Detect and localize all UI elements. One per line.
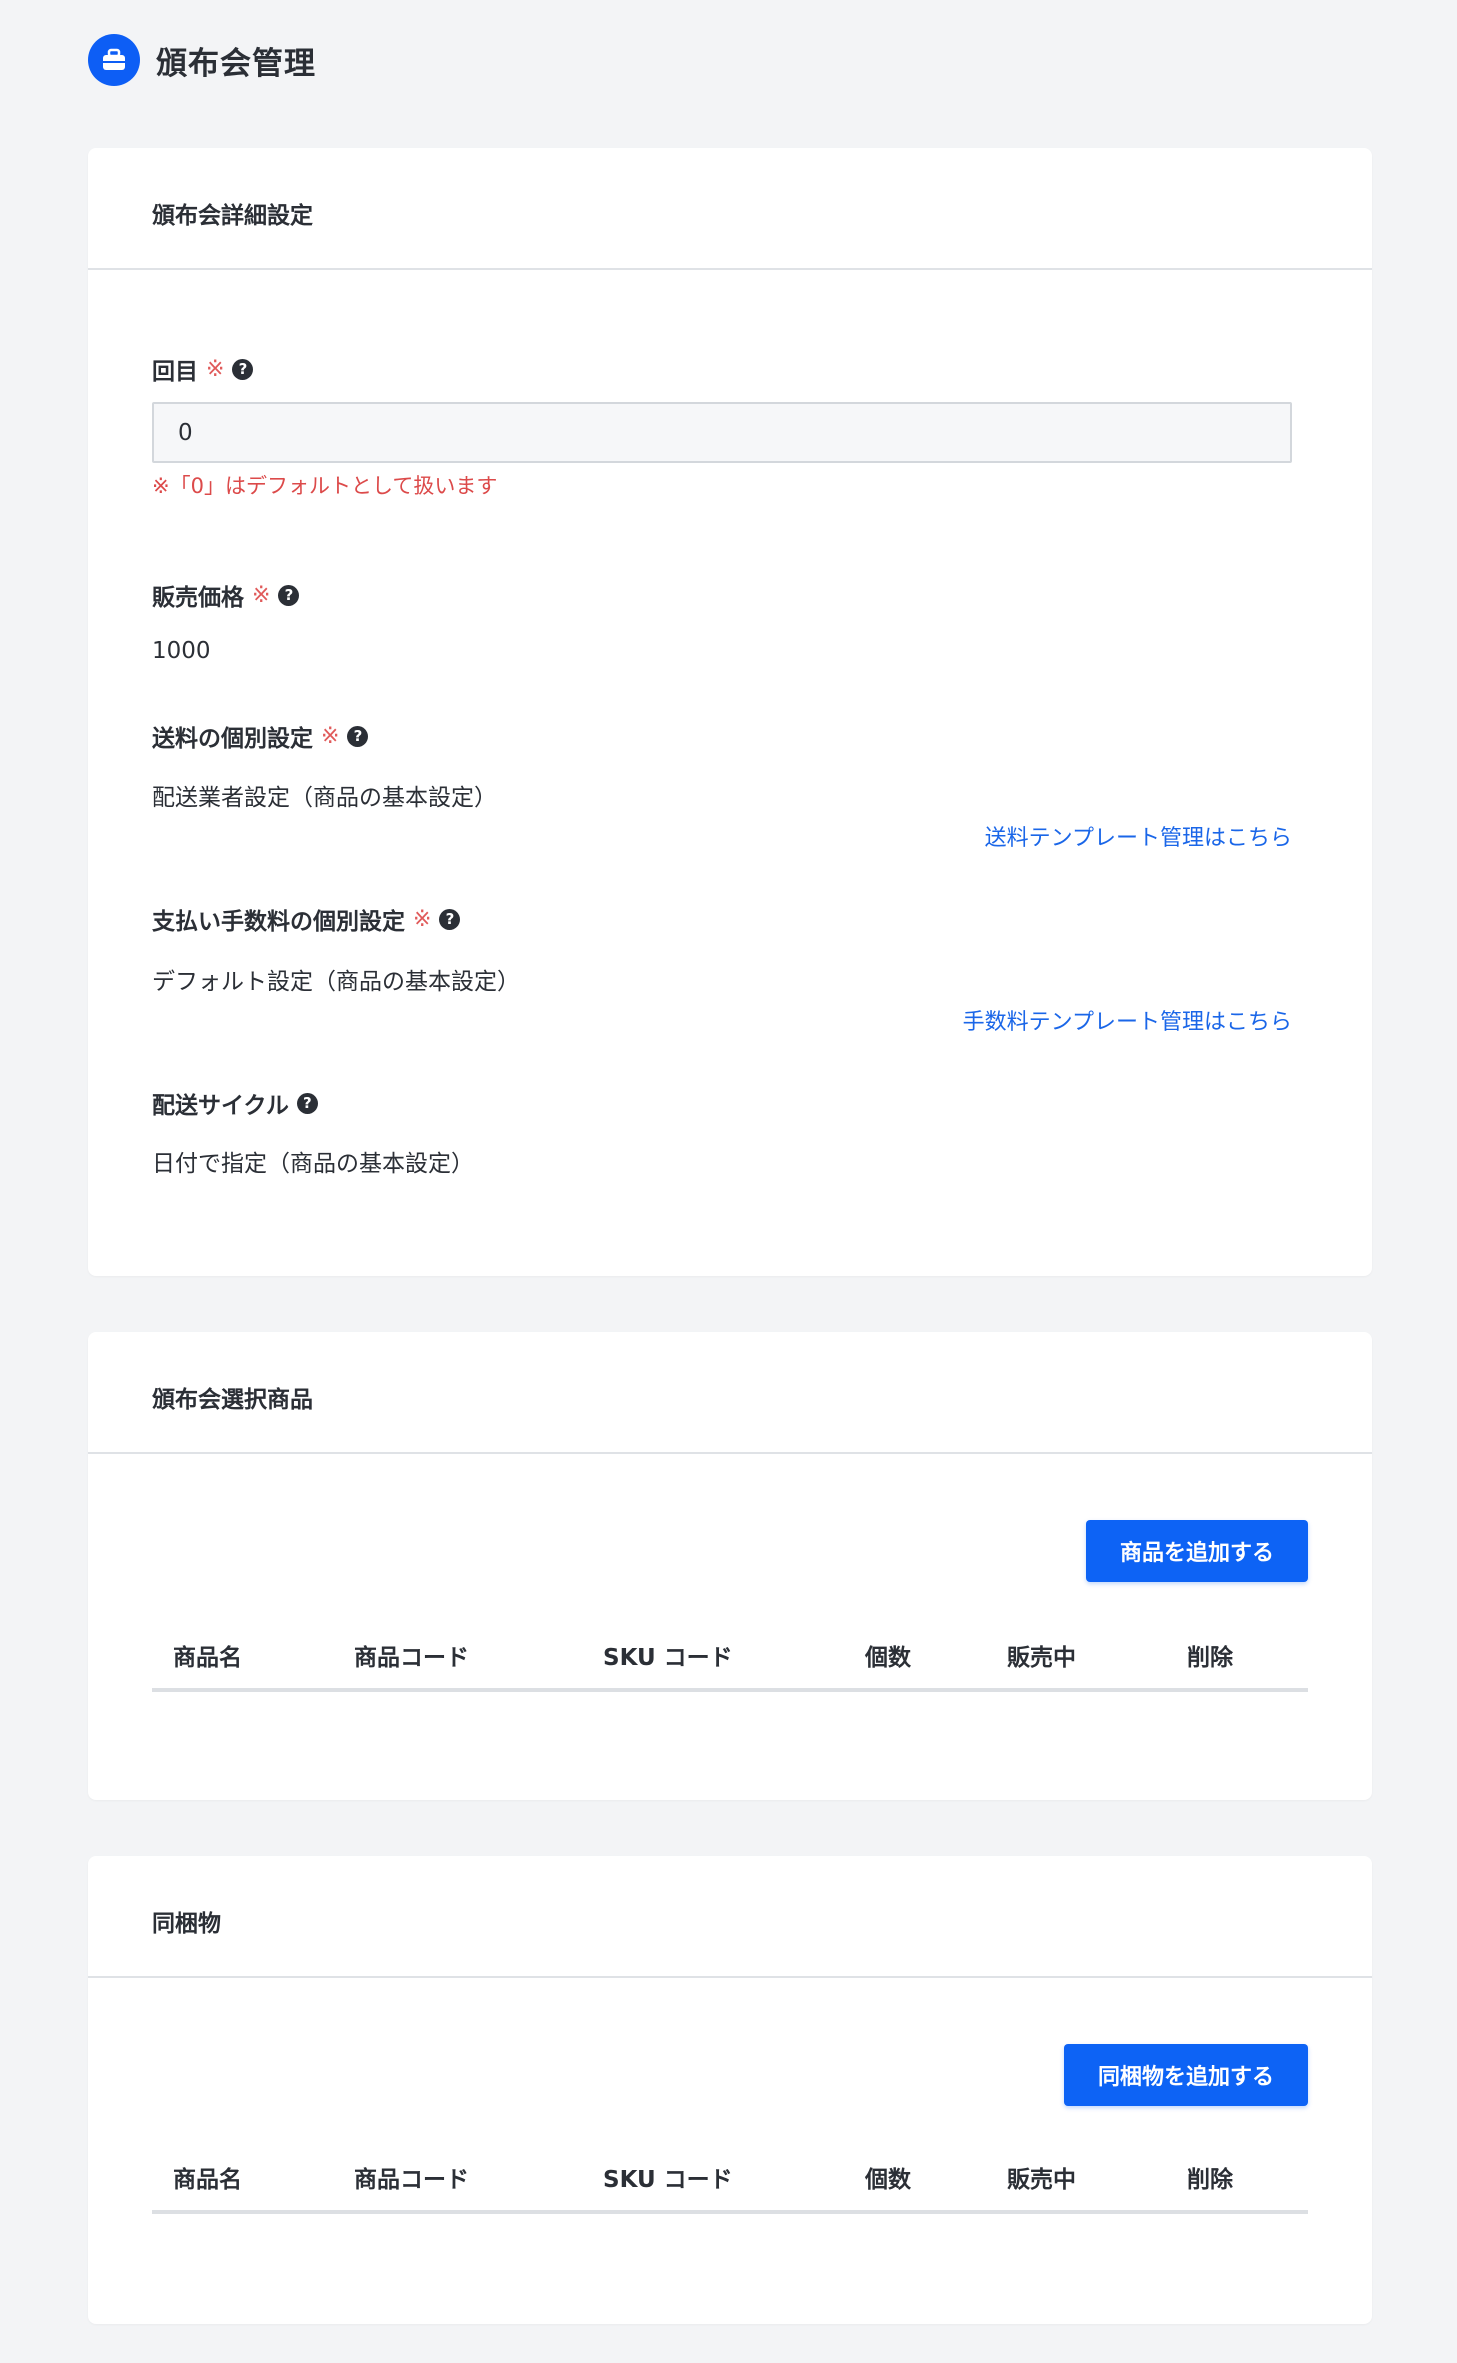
briefcase-icon (88, 34, 140, 86)
shipping-template-link[interactable]: 送料テンプレート管理はこちら (985, 820, 1292, 852)
help-icon[interactable]: ? (296, 1092, 318, 1114)
column-header-sku-code[interactable]: SKU コード (603, 1638, 733, 1672)
column-header-name[interactable]: 商品名 (173, 1638, 242, 1672)
price-label: 販売価格 ※ ? (152, 580, 300, 611)
round-label: 回目 ※ ? (152, 354, 254, 385)
shipping-label-text: 送料の個別設定 (152, 726, 313, 752)
help-icon[interactable]: ? (439, 908, 461, 930)
cycle-value: 日付で指定（商品の基本設定） (152, 1151, 474, 1177)
round-label-text: 回目 (152, 359, 198, 385)
required-mark: ※ (252, 582, 271, 608)
required-mark: ※ (413, 906, 432, 932)
add-bundle-button[interactable]: 同梱物を追加する (1063, 2044, 1308, 2106)
fee-label: 支払い手数料の個別設定 ※ ? (152, 904, 461, 935)
help-icon[interactable]: ? (232, 358, 254, 380)
price-value: 1000 (152, 638, 211, 664)
required-mark: ※ (321, 723, 340, 749)
help-icon[interactable]: ? (347, 725, 369, 747)
column-header-delete[interactable]: 削除 (1187, 1638, 1233, 1672)
cycle-label-text: 配送サイクル (152, 1093, 289, 1119)
bundles-card-header: 同梱物 (88, 1856, 1372, 1978)
column-header-product-code[interactable]: 商品コード (354, 1638, 469, 1672)
page-header: 頒布会管理 (88, 34, 316, 86)
details-card-header: 頒布会詳細設定 (88, 148, 1372, 270)
products-table-header: 商品名 商品コード SKU コード 個数 販売中 削除 (152, 1618, 1308, 1692)
round-input[interactable] (152, 402, 1292, 463)
details-card-title: 頒布会詳細設定 (152, 203, 313, 229)
required-mark: ※ (206, 356, 225, 382)
products-card-title: 頒布会選択商品 (152, 1387, 313, 1413)
column-header-product-code[interactable]: 商品コード (354, 2160, 469, 2194)
cycle-label: 配送サイクル ? (152, 1088, 318, 1119)
details-card: 頒布会詳細設定 回目 ※ ? ※「0」はデフォルトとして扱います 販売価格 ※ … (88, 148, 1372, 1276)
shipping-label: 送料の個別設定 ※ ? (152, 721, 369, 752)
column-header-on-sale[interactable]: 販売中 (1007, 2160, 1076, 2194)
fee-label-text: 支払い手数料の個別設定 (152, 909, 405, 935)
round-note: ※「0」はデフォルトとして扱います (152, 474, 498, 498)
price-label-text: 販売価格 (152, 585, 244, 611)
column-header-quantity[interactable]: 個数 (865, 1638, 911, 1672)
column-header-quantity[interactable]: 個数 (865, 2160, 911, 2194)
bundles-card-title: 同梱物 (152, 1911, 221, 1937)
fee-template-link[interactable]: 手数料テンプレート管理はこちら (963, 1004, 1292, 1036)
column-header-sku-code[interactable]: SKU コード (603, 2160, 733, 2194)
column-header-on-sale[interactable]: 販売中 (1007, 1638, 1076, 1672)
fee-value: デフォルト設定（商品の基本設定） (152, 969, 520, 995)
column-header-delete[interactable]: 削除 (1187, 2160, 1233, 2194)
page-title: 頒布会管理 (156, 45, 316, 82)
bundles-table-header: 商品名 商品コード SKU コード 個数 販売中 削除 (152, 2140, 1308, 2214)
shipping-value: 配送業者設定（商品の基本設定） (152, 785, 497, 811)
products-card-header: 頒布会選択商品 (88, 1332, 1372, 1454)
products-card: 頒布会選択商品 商品を追加する 商品名 商品コード SKU コード 個数 販売中… (88, 1332, 1372, 1800)
column-header-name[interactable]: 商品名 (173, 2160, 242, 2194)
help-icon[interactable]: ? (278, 584, 300, 606)
bundles-card: 同梱物 同梱物を追加する 商品名 商品コード SKU コード 個数 販売中 削除 (88, 1856, 1372, 2324)
add-product-button[interactable]: 商品を追加する (1085, 1520, 1308, 1582)
